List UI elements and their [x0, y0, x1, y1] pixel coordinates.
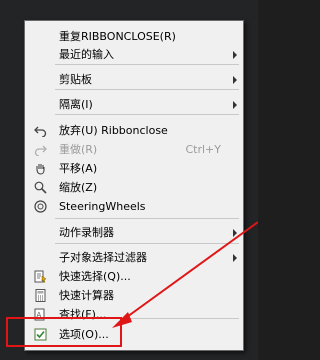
redo-icon: [34, 143, 47, 157]
menu-item-redo[interactable]: 重做(R) Ctrl+Y: [25, 140, 243, 159]
menu-item-label: 剪贴板: [59, 73, 92, 86]
menu-item-label: 缩放(Z): [59, 181, 98, 194]
menu-item-steeringwheels[interactable]: SteeringWheels: [25, 197, 243, 216]
menu-item-subobject-filter[interactable]: 子对象选择过滤器: [25, 248, 243, 267]
calculator-icon: [34, 289, 47, 302]
quick-select-icon: [34, 270, 47, 283]
menu-item-repeat-ribbonclose[interactable]: 重复RIBBONCLOSE(R): [25, 27, 243, 46]
menu-item-recent-input[interactable]: 最近的输入: [25, 45, 243, 64]
submenu-arrow-icon: [233, 229, 237, 237]
menu-item-pan[interactable]: 平移(A): [25, 159, 243, 178]
menu-item-label: 放弃(U) Ribbonclose: [59, 124, 168, 137]
menu-item-label: 隔离(I): [59, 98, 93, 111]
undo-icon: [34, 124, 47, 138]
pan-hand-icon: [34, 162, 47, 175]
menu-item-label: 子对象选择过滤器: [59, 251, 147, 264]
menu-item-clipboard[interactable]: 剪贴板: [25, 70, 243, 89]
submenu-arrow-icon: [233, 76, 237, 84]
menu-item-isolate[interactable]: 隔离(I): [25, 95, 243, 114]
menu-separator: [55, 114, 239, 115]
menu-item-zoom[interactable]: 缩放(Z): [25, 178, 243, 197]
steering-wheel-icon: [34, 200, 47, 213]
context-menu: 重复RIBBONCLOSE(R) 最近的输入 剪贴板 隔离(I) 放弃(U) R…: [24, 20, 244, 351]
menu-item-action-recorder[interactable]: 动作录制器: [25, 223, 243, 242]
menu-separator: [55, 218, 239, 219]
menu-item-label: 快速选择(Q)...: [59, 270, 131, 283]
zoom-magnifier-icon: [34, 181, 47, 194]
menu-item-label: 重做(R): [59, 143, 98, 156]
menu-item-quick-select[interactable]: 快速选择(Q)...: [25, 267, 243, 286]
drawing-canvas-background: 重复RIBBONCLOSE(R) 最近的输入 剪贴板 隔离(I) 放弃(U) R…: [0, 0, 258, 360]
menu-separator: [55, 64, 239, 65]
submenu-arrow-icon: [233, 254, 237, 262]
submenu-arrow-icon: [233, 101, 237, 109]
menu-item-undo[interactable]: 放弃(U) Ribbonclose: [25, 121, 243, 140]
menu-separator: [55, 243, 239, 244]
menu-item-label: 快速计算器: [59, 289, 114, 302]
menu-item-label: 重复RIBBONCLOSE(R): [59, 30, 176, 43]
menu-item-label: 最近的输入: [59, 48, 114, 61]
menu-item-shortcut: Ctrl+Y: [185, 143, 221, 156]
menu-separator: [55, 89, 239, 90]
menu-item-label: SteeringWheels: [59, 200, 146, 213]
menu-item-label: 平移(A): [59, 162, 98, 175]
submenu-arrow-icon: [233, 51, 237, 59]
options-highlight-box: [6, 317, 122, 347]
menu-item-quick-calc[interactable]: 快速计算器: [25, 286, 243, 305]
menu-item-label: 动作录制器: [59, 226, 114, 239]
